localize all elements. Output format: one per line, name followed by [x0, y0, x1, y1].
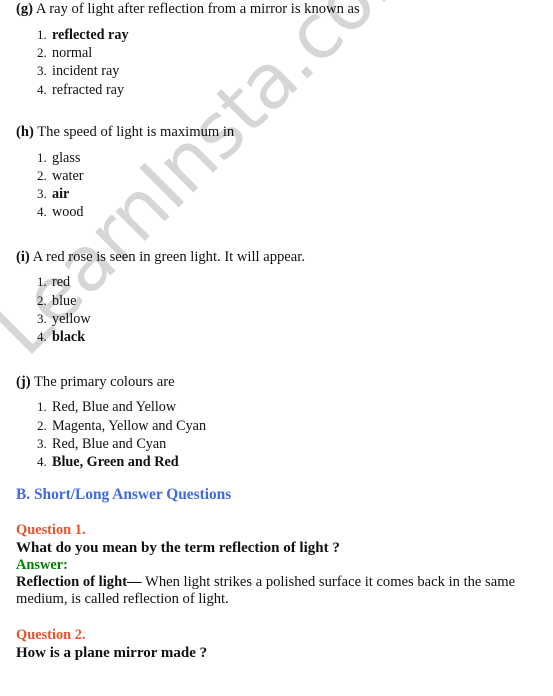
option-item[interactable]: 1. Red, Blue and Yellow [37, 398, 533, 416]
mcq-question-j: (j) The primary colours are 1. Red, Blue … [0, 373, 553, 472]
option-number: 1. [37, 274, 47, 290]
option-number: 3. [37, 310, 47, 326]
option-number: 4. [37, 454, 47, 470]
option-text: yellow [52, 310, 91, 327]
question-text: What do you mean by the term reflection … [16, 539, 340, 556]
option-item[interactable]: 4. Blue, Green and Red [37, 453, 533, 471]
option-item[interactable]: 1. glass [37, 149, 533, 167]
option-number: 4. [37, 204, 47, 220]
option-text: normal [52, 44, 93, 61]
question-label: (i) [16, 248, 30, 265]
option-item[interactable]: 4. wood [37, 203, 533, 221]
option-item[interactable]: 3. yellow [37, 310, 533, 328]
option-list: 1. Red, Blue and Yellow 2. Magenta, Yellow… [16, 398, 533, 471]
option-text: blue [52, 292, 77, 309]
option-item[interactable]: 4. refracted ray [37, 81, 533, 99]
qa-block-2: Question 2. How is a plane mirror made ? [0, 627, 553, 662]
answer-term: Reflection of light— [16, 573, 142, 590]
option-text: incident ray [52, 63, 120, 80]
question-stem-text: A ray of light after reflection from a m… [33, 1, 360, 17]
option-number: 2. [37, 292, 47, 308]
option-item[interactable]: 3. air [37, 185, 533, 203]
option-text: Red, Blue and Yellow [52, 399, 177, 416]
option-number: 2. [37, 417, 47, 433]
option-text: glass [52, 149, 81, 166]
mcq-question-i: (i) A red rose is seen in green light. I… [0, 248, 553, 347]
option-list: 1. red 2. blue 3. yellow 4. black [16, 273, 533, 346]
option-text: water [52, 167, 84, 184]
option-number: 2. [37, 167, 47, 183]
option-text: black [52, 329, 86, 346]
question-stem-text: The speed of light is maximum in [33, 123, 235, 140]
option-number: 3. [37, 186, 47, 202]
option-number: 1. [37, 399, 47, 415]
question-number: Question 2. [16, 626, 86, 643]
qa-block-1: Question 1. What do you mean by the term… [0, 522, 553, 609]
option-item[interactable]: 1. reflected ray [37, 26, 533, 44]
option-number: 3. [37, 63, 47, 79]
question-stem-text: The primary colours are [30, 373, 175, 390]
option-text: red [52, 274, 71, 291]
option-text: refracted ray [52, 81, 125, 98]
question-stem-text: A red rose is seen in green light. It wi… [29, 248, 305, 265]
option-number: 1. [37, 26, 47, 42]
option-item[interactable]: 1. red [37, 273, 533, 291]
option-text: Blue, Green and Red [52, 454, 179, 471]
section-heading-b: B. Short/Long Answer Questions [16, 486, 232, 504]
option-text: Red, Blue and Cyan [52, 435, 167, 452]
option-text: reflected ray [52, 26, 129, 43]
question-text: How is a plane mirror made ? [16, 644, 208, 661]
answer-label: Answer: [16, 556, 68, 573]
option-list: 1. reflected ray 2. normal 3. incident ray … [16, 26, 533, 99]
option-item[interactable]: 2. water [37, 167, 533, 185]
option-number: 1. [37, 149, 47, 165]
option-number: 3. [37, 435, 47, 451]
question-stem: (i) A red rose is seen in green light. I… [16, 248, 533, 267]
mcq-question-g: (g) A ray of light after reflection from… [0, 0, 553, 99]
option-text: Magenta, Yellow and Cyan [52, 417, 207, 434]
option-list: 1. glass 2. water 3. air 4. wood [16, 149, 533, 222]
question-stem: (j) The primary colours are [16, 373, 533, 392]
question-label: (h) [16, 123, 34, 140]
document-page: (g) A ray of light after reflection from… [0, 0, 553, 662]
question-label: (g) [16, 1, 34, 17]
option-item[interactable]: 2. blue [37, 292, 533, 310]
question-number: Question 1. [16, 521, 86, 538]
option-item[interactable]: 3. incident ray [37, 62, 533, 80]
answer-body: Reflection of light— When light strikes … [16, 574, 532, 609]
question-stem: (h) The speed of light is maximum in [16, 123, 533, 142]
option-number: 4. [37, 81, 47, 97]
option-number: 2. [37, 44, 47, 60]
question-label: (j) [16, 373, 31, 390]
option-item[interactable]: 3. Red, Blue and Cyan [37, 435, 533, 453]
option-item[interactable]: 4. black [37, 328, 533, 346]
mcq-question-h: (h) The speed of light is maximum in 1. g… [0, 123, 553, 222]
option-text: wood [52, 204, 84, 221]
option-item[interactable]: 2. normal [37, 44, 533, 62]
option-text: air [52, 186, 70, 203]
option-item[interactable]: 2. Magenta, Yellow and Cyan [37, 417, 533, 435]
option-number: 4. [37, 329, 47, 345]
question-stem: (g) A ray of light after reflection from… [16, 0, 533, 19]
